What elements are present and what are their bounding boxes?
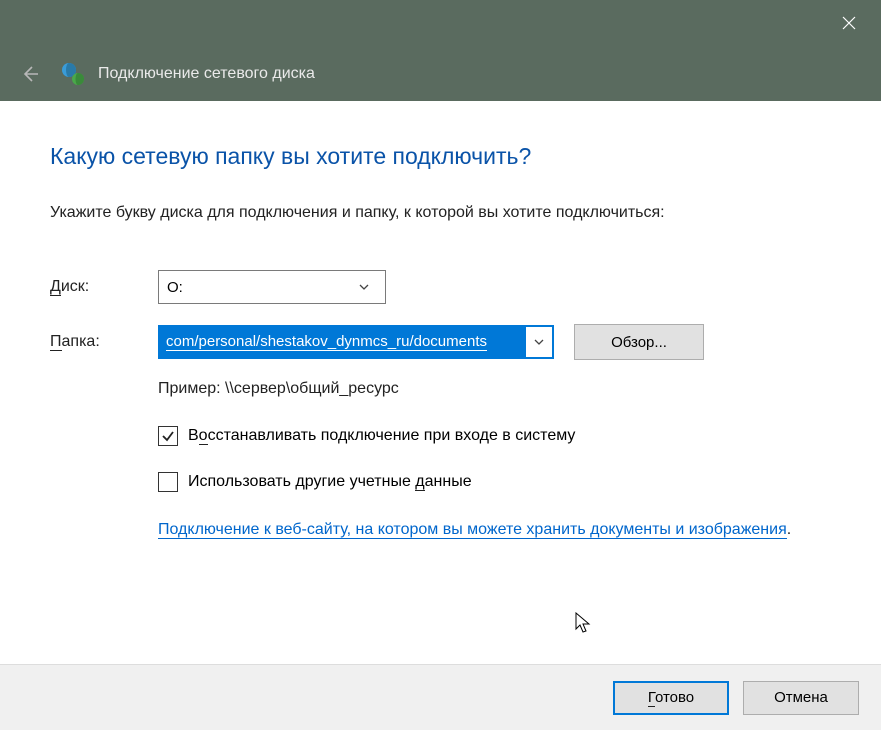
wizard-header: Подключение сетевого диска xyxy=(0,46,881,101)
footer: Готово Отмена xyxy=(0,664,881,730)
folder-combobox[interactable]: com/personal/shestakov_dynmcs_ru/documen… xyxy=(158,325,554,359)
network-drive-icon xyxy=(60,61,86,87)
folder-label: Папка: xyxy=(50,333,158,351)
wizard-title: Подключение сетевого диска xyxy=(98,65,315,83)
drive-label: Диск: xyxy=(50,278,158,296)
reconnect-checkbox[interactable] xyxy=(158,426,178,446)
drive-row: Диск: O: xyxy=(50,270,831,304)
reconnect-checkbox-row[interactable]: Восстанавливать подключение при входе в … xyxy=(158,426,831,446)
drive-value: O: xyxy=(167,279,351,296)
reconnect-label: Восстанавливать подключение при входе в … xyxy=(188,427,575,445)
drive-select[interactable]: O: xyxy=(158,270,386,304)
folder-value: com/personal/shestakov_dynmcs_ru/documen… xyxy=(160,327,526,357)
intro-text: Укажите букву диска для подключения и па… xyxy=(50,204,831,222)
credentials-checkbox[interactable] xyxy=(158,472,178,492)
finish-button[interactable]: Готово xyxy=(613,681,729,715)
chevron-down-icon xyxy=(351,284,377,290)
browse-button[interactable]: Обзор... xyxy=(574,324,704,360)
chevron-down-icon xyxy=(526,339,552,345)
back-arrow-icon[interactable] xyxy=(18,62,42,86)
folder-row: Папка: com/personal/shestakov_dynmcs_ru/… xyxy=(50,324,831,360)
page-heading: Какую сетевую папку вы хотите подключить… xyxy=(50,143,831,170)
title-bar xyxy=(0,0,881,46)
content-area: Какую сетевую папку вы хотите подключить… xyxy=(0,101,881,664)
cancel-button[interactable]: Отмена xyxy=(743,681,859,715)
close-icon[interactable] xyxy=(835,9,863,37)
website-link[interactable]: Подключение к веб-сайту, на котором вы м… xyxy=(158,521,787,539)
credentials-label: Использовать другие учетные данные xyxy=(188,473,472,491)
credentials-checkbox-row[interactable]: Использовать другие учетные данные xyxy=(158,472,831,492)
website-link-row: Подключение к веб-сайту, на котором вы м… xyxy=(158,518,831,542)
example-text: Пример: \\сервер\общий_ресурс xyxy=(158,380,831,398)
